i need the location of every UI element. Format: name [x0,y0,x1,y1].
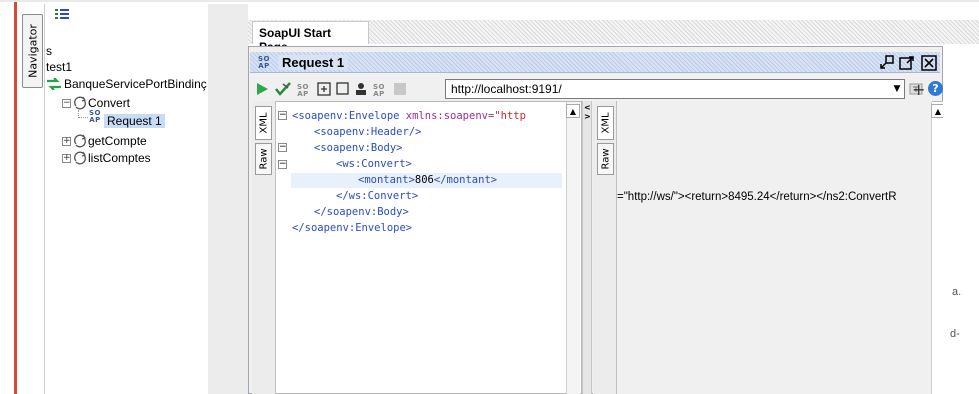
tab-request-xml[interactable]: XML [255,106,272,140]
checkbox-icon[interactable] [335,81,351,97]
fold-toggle[interactable]: − [278,111,287,120]
user-icon[interactable] [353,81,369,97]
request-response-splitter[interactable] [582,101,592,394]
tab-request-raw[interactable]: Raw [255,143,272,175]
operation-icon [73,134,87,148]
top-divider [0,0,979,2]
collapse-toggle[interactable]: − [62,99,71,108]
xml-line: </soapenv:Envelope> [292,222,413,234]
request-scrollbar[interactable] [566,102,580,394]
expand-toggle[interactable]: + [62,154,71,163]
operation-icon [73,151,87,165]
tree-connector [78,110,88,118]
xml-line: <ws:Convert> [336,158,412,170]
close-icon[interactable] [921,55,937,71]
tab-response-xml[interactable]: XML [597,106,614,140]
list-view-icon[interactable] [55,8,69,19]
dock-icon[interactable] [879,55,895,71]
expand-toggle[interactable]: + [62,137,71,146]
submit-all-icon[interactable] [275,81,291,97]
soap-action-icon[interactable]: SO AP [297,84,309,98]
tree-operation-listcomptes[interactable]: listComptes [88,151,151,165]
help-icon[interactable]: ? [928,81,943,96]
chevron-down-icon[interactable]: ▼ [890,80,904,98]
run-icon[interactable] [254,81,270,97]
tree-request-1[interactable]: Request 1 [104,114,165,128]
collapse-right-icon[interactable]: > [584,113,591,121]
tree-project[interactable]: test1 [46,60,72,74]
xml-line: <montant>806</montant> [358,174,498,186]
soap-request-icon: SO AP [258,55,270,70]
request-editor[interactable] [252,101,582,394]
request-title: Request 1 [278,55,349,70]
plus-icon[interactable]: + [912,80,925,99]
stop-icon[interactable] [392,81,408,97]
panel-splitter[interactable] [208,4,248,394]
tree-root-label[interactable]: s [46,44,52,58]
response-text: ="http://ws/"><return>8495.24</return></… [617,191,897,203]
xml-line: <soapenv:Envelope xmlns:soapenv="http [292,110,526,122]
navigator-tab-label: Navigator [26,24,39,78]
fold-toggle[interactable]: − [278,143,287,152]
background-page [943,46,979,394]
request-title-bar [250,52,940,73]
left-edge-marker [14,2,17,394]
xml-line: <soapenv:Body> [314,142,403,154]
navigator-tab[interactable]: Navigator [22,14,43,88]
xml-line: <soapenv:Header/> [314,126,422,138]
scroll-up-icon[interactable]: ▲ [566,104,580,118]
format-icon[interactable] [316,81,332,97]
tree-binding[interactable]: BanqueServicePortBindinç [64,77,207,91]
background-text-fragment: d- [950,328,960,340]
collapse-left-icon[interactable]: < [584,104,591,112]
background-text-fragment: a. [952,286,962,298]
soap-request-icon: SO AP [89,109,101,124]
xml-line: </ws:Convert> [336,190,419,202]
response-content [617,101,932,394]
fold-toggle[interactable]: − [278,160,287,169]
operation-icon [73,96,87,110]
maximize-icon[interactable] [899,55,915,71]
tree-operation-convert[interactable]: Convert [88,96,130,110]
tab-soapui-start-page[interactable]: SoapUI Start Page [252,21,369,54]
endpoint-url-field[interactable]: http://localhost:9191/ [445,79,905,99]
binding-icon [46,77,62,91]
tree-operation-getcompte[interactable]: getCompte [88,134,147,148]
wsdl-icon[interactable]: SO AP [373,84,385,98]
xml-line: </soapenv:Body> [314,206,409,218]
tab-response-raw[interactable]: Raw [597,143,614,175]
